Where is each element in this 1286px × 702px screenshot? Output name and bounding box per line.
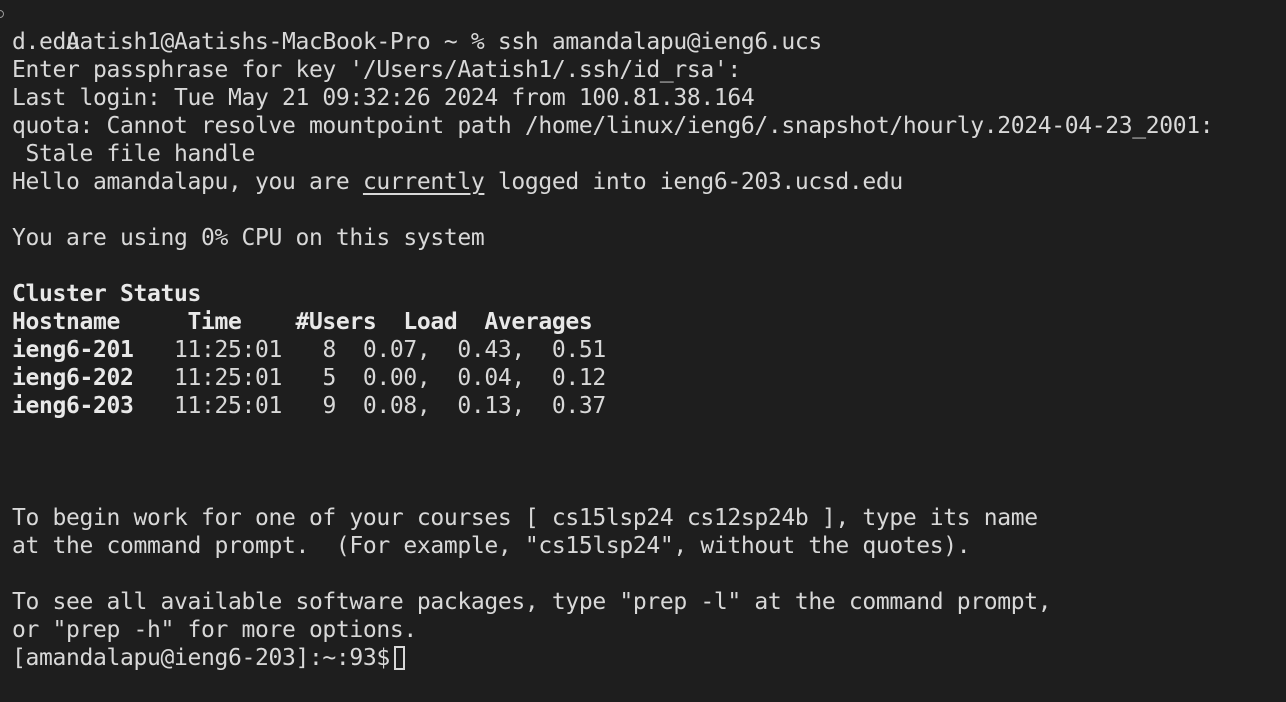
cluster-hostname: ieng6-201 [12,337,134,363]
last-login-line: Last login: Tue May 21 09:32:26 2024 fro… [12,85,755,111]
packages-line-1: To see all available software packages, … [12,589,1052,615]
cluster-row: ieng6-201 11:25:01 8 0.07, 0.43, 0.51 [0,336,1286,364]
cluster-row-values: 11:25:01 5 0.00, 0.04, 0.12 [133,365,606,391]
hello-prefix: Hello amandalapu, you are [12,169,363,195]
hello-line: Hello amandalapu, you are currently logg… [0,168,1286,196]
cpu-usage-line: You are using 0% CPU on this system [12,225,485,251]
cluster-row: ieng6-202 11:25:01 5 0.00, 0.04, 0.12 [0,364,1286,392]
packages-line-2: or "prep -h" for more options. [12,617,417,643]
shell-prompt-line[interactable]: [amandalapu@ieng6-203]:~:93$ [0,644,1286,672]
cluster-status-header: Hostname Time #Users Load Averages [12,309,593,335]
cluster-hostname: ieng6-203 [12,393,134,419]
cluster-row-values: 11:25:01 8 0.07, 0.43, 0.51 [133,337,606,363]
terminal-window[interactable]: Aatish1@Aatishs-MacBook-Pro ~ % ssh aman… [0,0,1286,702]
ssh-command-line: Aatish1@Aatishs-MacBook-Pro ~ % ssh aman… [0,0,1286,55]
command-mark-icon [0,10,4,18]
quota-warning-wrap: Stale file handle [12,141,255,167]
hello-underlined-word: currently [362,169,485,195]
shell-prompt: [amandalapu@ieng6-203]:~:93$ [12,645,390,671]
courses-line-1: To begin work for one of your courses [ … [12,505,1038,531]
cluster-row: ieng6-203 11:25:01 9 0.08, 0.13, 0.37 [0,392,1286,420]
text-cursor[interactable] [393,646,405,670]
cluster-hostname: ieng6-202 [12,365,134,391]
ssh-command-wrap: d.edu [12,29,80,55]
cluster-row-values: 11:25:01 9 0.08, 0.13, 0.37 [133,393,606,419]
passphrase-prompt: Enter passphrase for key '/Users/Aatish1… [12,57,741,83]
courses-line-2: at the command prompt. (For example, "cs… [12,533,971,559]
cluster-status-title: Cluster Status [12,281,201,307]
hello-suffix: logged into ieng6-203.ucsd.edu [484,169,903,195]
quota-warning-line: quota: Cannot resolve mountpoint path /h… [12,113,1214,139]
